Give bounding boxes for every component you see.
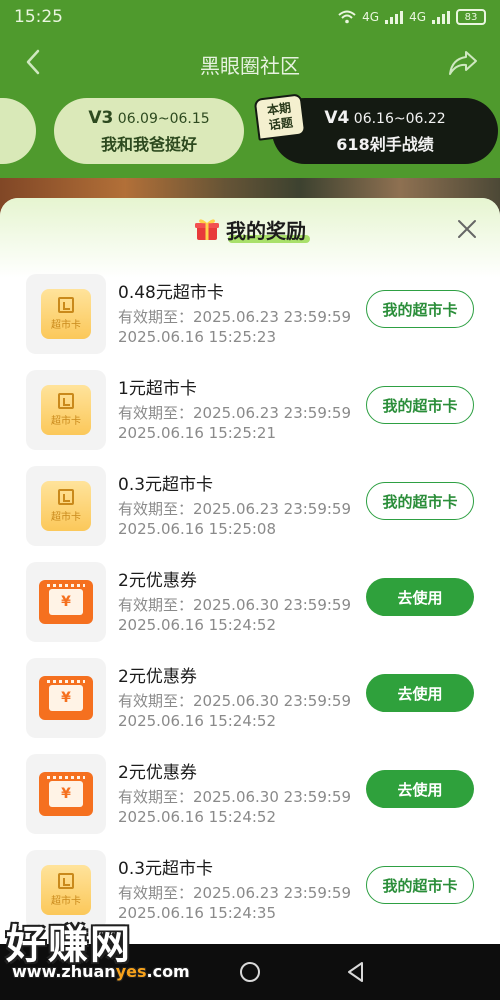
back-icon[interactable] <box>20 48 48 76</box>
reward-item: ¥ 2元优惠券 有效期至：2025.06.30 23:59:59 2025.06… <box>0 654 500 750</box>
card-glyph-icon <box>58 873 74 889</box>
topic-v4-code: V4 <box>324 107 350 128</box>
watermark-url-pre: www.zhuan <box>12 962 116 981</box>
supermarket-card-icon: 超市卡 <box>41 385 91 435</box>
topic-card-v4[interactable]: V4 06.16~06.22 618剁手战绩 <box>272 98 498 164</box>
reward-time: 2025.06.16 15:24:52 <box>118 616 277 634</box>
wifi-icon <box>338 10 356 24</box>
app-header: 黑眼圈社区 <box>0 34 500 94</box>
signal-label-2: 4G <box>409 10 426 24</box>
reward-title: 1元超市卡 <box>118 379 197 399</box>
reward-validity: 有效期至：2025.06.30 23:59:59 <box>118 788 352 806</box>
watermark-url-hl: yes <box>115 962 147 981</box>
reward-item: 超市卡 0.48元超市卡 有效期至：2025.06.23 23:59:59 20… <box>0 270 500 366</box>
watermark-url: www.zhuanyes.com <box>12 962 190 981</box>
page-title: 黑眼圈社区 <box>200 53 300 78</box>
card-icon-label: 超市卡 <box>51 896 81 907</box>
supermarket-card-icon: 超市卡 <box>41 865 91 915</box>
my-card-button[interactable]: 我的超市卡 <box>366 482 474 520</box>
signal-label-1: 4G <box>362 10 380 24</box>
reward-title: 2元优惠券 <box>118 571 197 591</box>
battery-icon: 83 <box>456 9 486 25</box>
reward-thumbnail: ¥ <box>26 754 106 834</box>
rewards-sheet: 我的奖励 超市卡 0.48元超市卡 有效期至：2025.06.23 23:59:… <box>0 198 500 944</box>
reward-item: 超市卡 0.3元超市卡 有效期至：2025.06.23 23:59:59 202… <box>0 462 500 558</box>
reward-validity: 有效期至：2025.06.23 23:59:59 <box>118 500 352 518</box>
use-coupon-button[interactable]: 去使用 <box>366 770 474 808</box>
reward-time: 2025.06.16 15:24:52 <box>118 808 277 826</box>
sheet-title-bar: 我的奖励 <box>0 214 500 244</box>
reward-title: 0.3元超市卡 <box>118 859 214 879</box>
screen: 15:25 4G 4G 83 黑眼圈社区 V3 06.09~06.15 我和我爸… <box>0 0 500 1000</box>
watermark-url-post: .com <box>146 962 190 981</box>
topic-v3-period: V3 06.09~06.15 <box>88 108 209 128</box>
my-card-button[interactable]: 我的超市卡 <box>366 866 474 904</box>
reward-title: 0.3元超市卡 <box>118 475 214 495</box>
topic-v3-dates: 06.09~06.15 <box>117 110 210 127</box>
reward-title: 2元优惠券 <box>118 763 197 783</box>
status-bar: 15:25 4G 4G 83 <box>0 0 500 34</box>
coupon-yen-icon: ¥ <box>49 589 83 615</box>
coupon-yen-icon: ¥ <box>49 685 83 711</box>
reward-title: 2元优惠券 <box>118 667 197 687</box>
current-topic-badge: 本期 话题 <box>253 93 307 141</box>
reward-thumbnail: ¥ <box>26 658 106 738</box>
topic-v4-title: 618剁手战绩 <box>336 134 434 154</box>
topic-carousel: V3 06.09~06.15 我和我爸挺好 V4 06.16~06.22 618… <box>0 94 500 178</box>
card-icon-label: 超市卡 <box>51 512 81 523</box>
site-watermark: 好赚网 www.zhuanyes.com <box>6 912 196 992</box>
reward-time: 2025.06.16 15:25:21 <box>118 424 277 442</box>
reward-item: ¥ 2元优惠券 有效期至：2025.06.30 23:59:59 2025.06… <box>0 558 500 654</box>
reward-item: ¥ 2元优惠券 有效期至：2025.06.30 23:59:59 2025.06… <box>0 750 500 846</box>
back-triangle-icon[interactable] <box>344 960 368 984</box>
coupon-ticket-icon: ¥ <box>39 580 93 624</box>
card-glyph-icon <box>58 489 74 505</box>
card-glyph-icon <box>58 297 74 313</box>
reward-thumbnail: ¥ <box>26 562 106 642</box>
reward-validity: 有效期至：2025.06.30 23:59:59 <box>118 692 352 710</box>
reward-validity: 有效期至：2025.06.30 23:59:59 <box>118 596 352 614</box>
coupon-ticket-icon: ¥ <box>39 676 93 720</box>
reward-validity: 有效期至：2025.06.23 23:59:59 <box>118 884 352 902</box>
topic-card-v3[interactable]: V3 06.09~06.15 我和我爸挺好 <box>54 98 244 164</box>
sheet-title: 我的奖励 <box>226 218 306 243</box>
card-icon-label: 超市卡 <box>51 416 81 427</box>
topic-v4-period: V4 06.16~06.22 <box>324 108 445 128</box>
supermarket-card-icon: 超市卡 <box>41 481 91 531</box>
gift-icon <box>195 219 219 240</box>
use-coupon-button[interactable]: 去使用 <box>366 674 474 712</box>
topic-prev-card[interactable] <box>0 98 36 164</box>
reward-validity: 有效期至：2025.06.23 23:59:59 <box>118 404 352 422</box>
reward-validity: 有效期至：2025.06.23 23:59:59 <box>118 308 352 326</box>
my-card-button[interactable]: 我的超市卡 <box>366 290 474 328</box>
close-icon[interactable] <box>456 218 478 240</box>
topic-v3-title: 我和我爸挺好 <box>100 134 197 154</box>
reward-item: 超市卡 1元超市卡 有效期至：2025.06.23 23:59:59 2025.… <box>0 366 500 462</box>
home-circle-icon[interactable] <box>238 960 262 984</box>
coupon-ticket-icon: ¥ <box>39 772 93 816</box>
signal-icon-2 <box>432 10 450 24</box>
use-coupon-button[interactable]: 去使用 <box>366 578 474 616</box>
card-icon-label: 超市卡 <box>51 320 81 331</box>
reward-thumbnail: 超市卡 <box>26 466 106 546</box>
reward-thumbnail: 超市卡 <box>26 274 106 354</box>
signal-icon <box>385 10 404 24</box>
share-icon[interactable] <box>448 49 478 77</box>
card-glyph-icon <box>58 393 74 409</box>
topic-v3-code: V3 <box>88 107 114 128</box>
current-topic-badge-text: 本期 话题 <box>266 100 294 133</box>
reward-list: 超市卡 0.48元超市卡 有效期至：2025.06.23 23:59:59 20… <box>0 270 500 942</box>
coupon-yen-icon: ¥ <box>49 781 83 807</box>
status-time: 15:25 <box>14 7 63 27</box>
reward-time: 2025.06.16 15:24:52 <box>118 712 277 730</box>
topic-v4-dates: 06.16~06.22 <box>353 110 446 127</box>
reward-thumbnail: 超市卡 <box>26 370 106 450</box>
reward-time: 2025.06.16 15:25:08 <box>118 520 277 538</box>
supermarket-card-icon: 超市卡 <box>41 289 91 339</box>
my-card-button[interactable]: 我的超市卡 <box>366 386 474 424</box>
status-icons: 4G 4G 83 <box>338 9 486 25</box>
reward-title: 0.48元超市卡 <box>118 283 224 303</box>
reward-time: 2025.06.16 15:25:23 <box>118 328 277 346</box>
